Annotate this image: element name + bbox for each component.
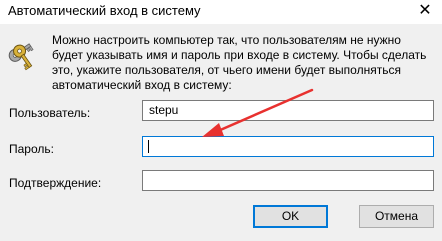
close-button[interactable]: ✕ [408, 0, 442, 24]
password-field[interactable] [142, 136, 434, 157]
user-field[interactable]: stepu [142, 100, 434, 121]
password-label: Пароль: [9, 142, 54, 156]
ok-button[interactable]: OK [253, 205, 328, 228]
confirm-label: Подтверждение: [9, 176, 102, 190]
cancel-button[interactable]: Отмена [359, 205, 434, 228]
window-title: Автоматический вход в систему [8, 3, 201, 18]
text-caret [148, 140, 149, 153]
description-text: Можно настроить компьютер так, что польз… [52, 33, 427, 92]
confirm-field[interactable] [142, 170, 434, 191]
titlebar: Автоматический вход в систему ✕ [0, 0, 442, 24]
keys-icon [8, 43, 34, 71]
dialog-window: Автоматический вход в систему ✕ Можно на… [0, 0, 442, 241]
dialog-content: Можно настроить компьютер так, что польз… [0, 24, 442, 241]
user-label: Пользователь: [9, 106, 91, 120]
